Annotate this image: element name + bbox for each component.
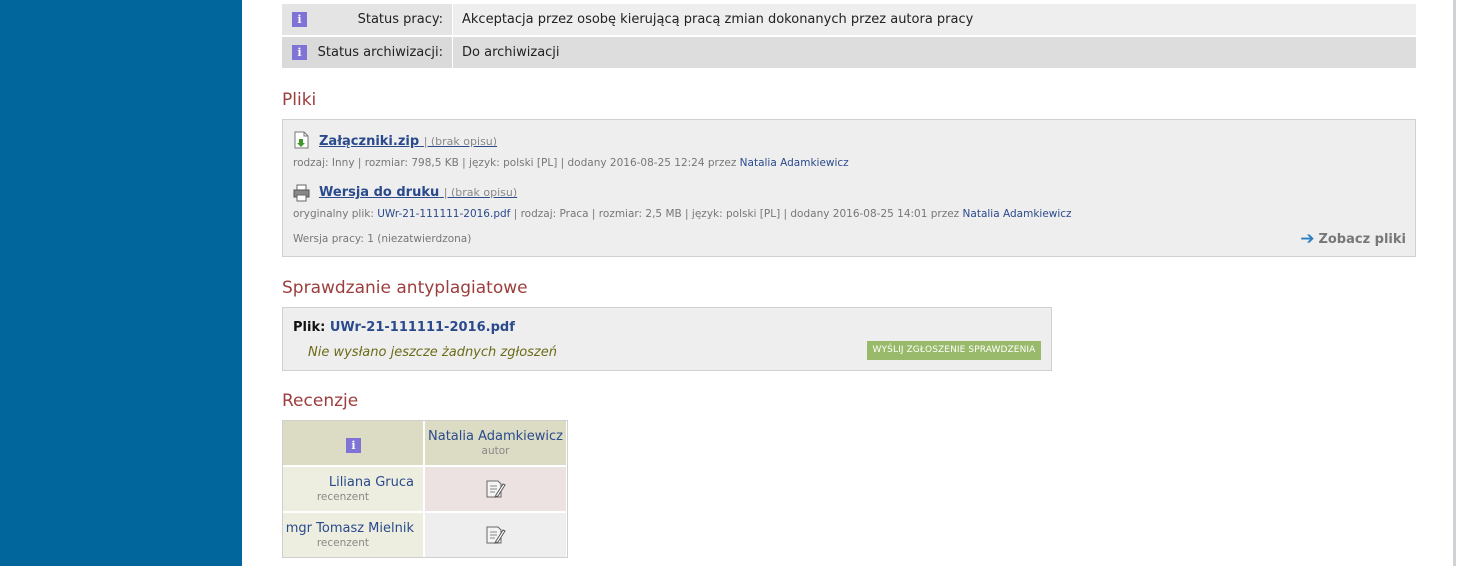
plagiarism-heading: Sprawdzanie antyplagiatowe	[282, 278, 528, 298]
status-value: Do archiwizacji	[453, 37, 1416, 68]
see-files-link[interactable]: ➔ Zobacz pliki	[1300, 229, 1406, 249]
reviews-heading: Recenzje	[282, 391, 359, 411]
info-icon[interactable]: i	[292, 12, 307, 27]
status-row-work: i Status pracy: Akceptacja przez osobę k…	[282, 4, 1416, 35]
printer-icon	[293, 184, 310, 202]
author-link[interactable]: Natalia Adamkiewicz	[740, 157, 849, 169]
author-link[interactable]: Natalia Adamkiewicz	[425, 429, 566, 444]
info-icon[interactable]: i	[292, 45, 307, 60]
reviewer-link[interactable]: Liliana Gruca	[283, 475, 423, 490]
plagiarism-file-link[interactable]: UWr-21-111111-2016.pdf	[330, 320, 515, 335]
review-cell	[425, 467, 566, 511]
reviewer-role: recenzent	[316, 537, 369, 549]
files-heading: Pliki	[282, 90, 317, 110]
original-file-link[interactable]: UWr-21-111111-2016.pdf	[377, 208, 510, 220]
send-check-button[interactable]: WYŚLIJ ZGŁOSZENIE SPRAWDZENIA	[867, 341, 1041, 360]
plagiarism-box: Plik: UWr-21-111111-2016.pdf Nie wysłano…	[282, 307, 1052, 371]
reviewer-role: recenzent	[316, 491, 369, 503]
file-meta: oryginalny plik: UWr-21-111111-2016.pdf …	[293, 208, 1072, 220]
status-row-archive: i Status archiwizacji: Do archiwizacji	[282, 37, 1416, 68]
reviewer-link[interactable]: mgr Tomasz Mielnik	[283, 521, 423, 536]
status-label: Status archiwizacji:	[317, 45, 443, 60]
zip-download-icon	[294, 131, 309, 149]
status-label: Status pracy:	[357, 12, 443, 27]
review-cell	[425, 513, 566, 557]
author-role: autor	[481, 445, 510, 457]
arrow-right-icon: ➔	[1300, 229, 1315, 249]
reviewer-row: Liliana Gruca recenzent	[283, 467, 423, 511]
work-version: Wersja pracy: 1 (niezatwierdzona)	[293, 233, 472, 245]
review-author-header: Natalia Adamkiewicz autor	[425, 421, 566, 465]
review-form-icon[interactable]	[484, 524, 506, 546]
left-sidebar	[0, 0, 242, 566]
status-value: Akceptacja przez osobę kierującą pracą z…	[453, 4, 1416, 35]
right-border	[1453, 0, 1456, 566]
review-form-icon[interactable]	[484, 478, 506, 500]
file-meta: rodzaj: Inny | rozmiar: 798,5 KB | język…	[293, 157, 849, 169]
author-link[interactable]: Natalia Adamkiewicz	[963, 208, 1072, 220]
file-link-zip[interactable]: Załączniki.zip | (brak opisu)	[319, 134, 497, 149]
file-link-print[interactable]: Wersja do druku | (brak opisu)	[319, 185, 517, 200]
files-box: Załączniki.zip | (brak opisu) rodzaj: In…	[282, 119, 1416, 257]
info-icon[interactable]: i	[346, 438, 361, 453]
plagiarism-file: Plik: UWr-21-111111-2016.pdf	[293, 320, 515, 335]
reviewer-row: mgr Tomasz Mielnik recenzent	[283, 513, 423, 557]
plagiarism-note: Nie wysłano jeszcze żadnych zgłoszeń	[308, 345, 557, 360]
